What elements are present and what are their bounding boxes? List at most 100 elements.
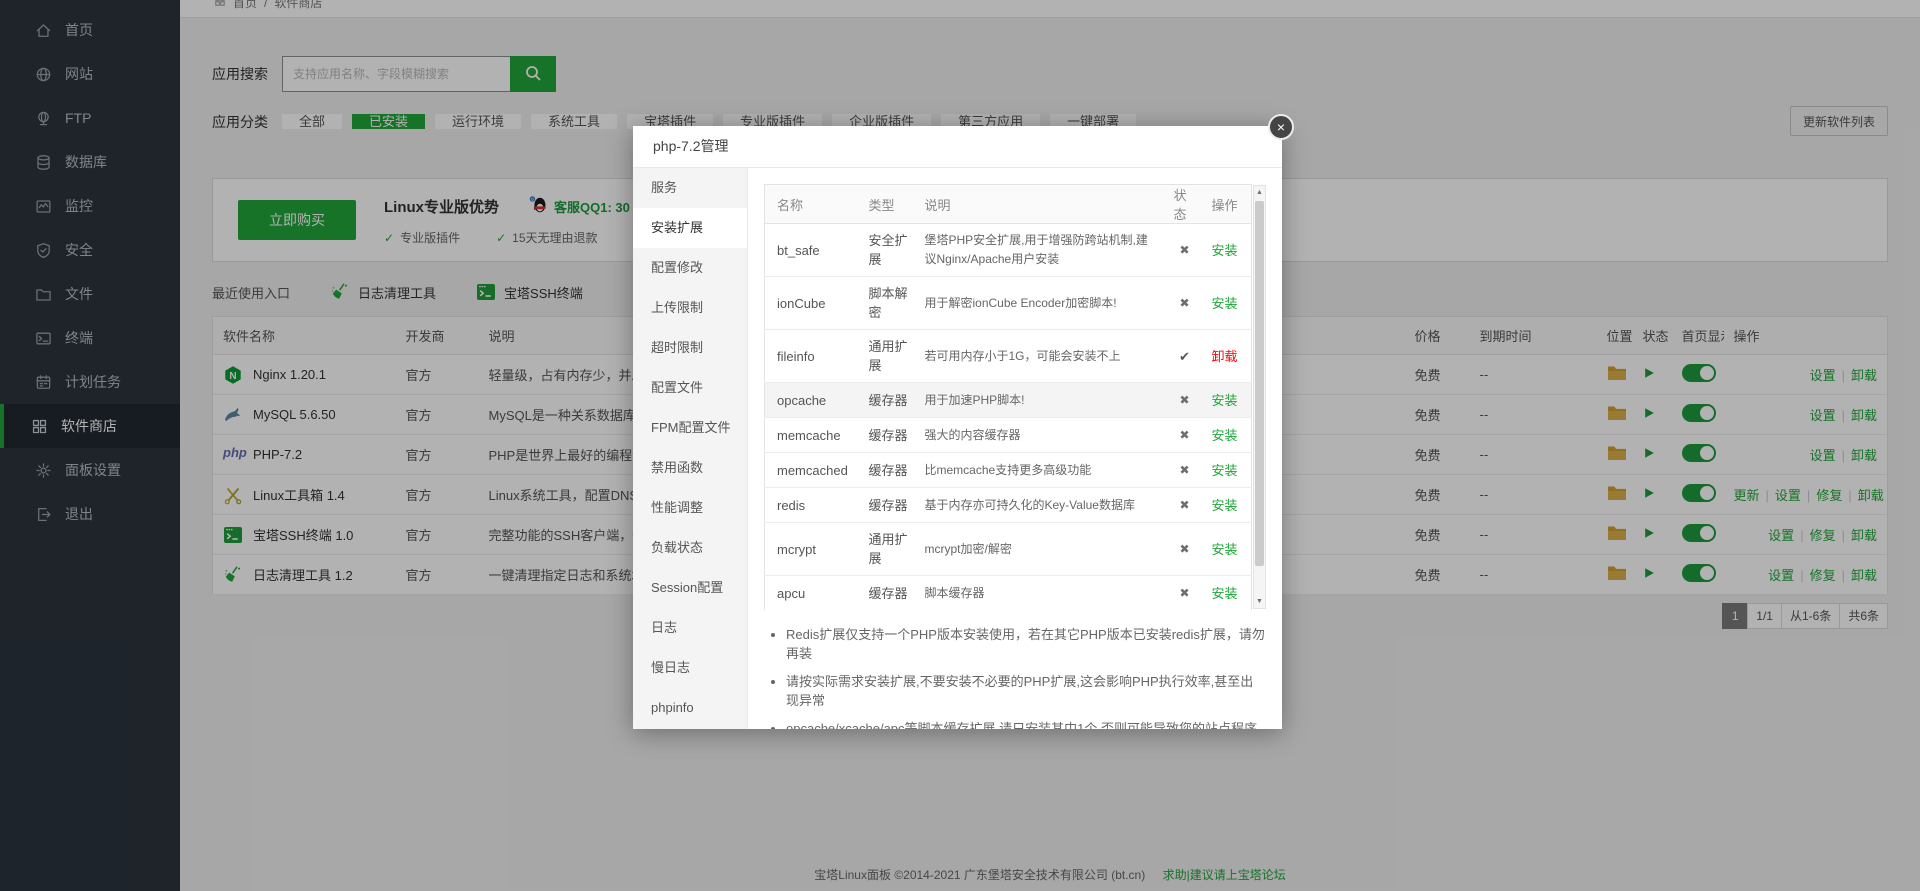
ext-name-cell: ionCube bbox=[765, 277, 861, 330]
ext-action-cell: 安装 bbox=[1204, 523, 1252, 576]
ext-description-cell: 用于加速PHP脚本! bbox=[917, 383, 1166, 418]
install-link-redis[interactable]: 安装 bbox=[1212, 498, 1238, 513]
ext-type-cell: 缓存器 bbox=[861, 383, 917, 418]
modal-tab-log[interactable]: 日志 bbox=[633, 608, 747, 648]
ext-status-cell: ✖ bbox=[1166, 523, 1204, 576]
ext-status-cell: ✖ bbox=[1166, 576, 1204, 611]
scrollbar-up-icon[interactable]: ▲ bbox=[1254, 186, 1265, 199]
ext-action-cell: 安装 bbox=[1204, 453, 1252, 488]
status-not-installed-icon: ✖ bbox=[1179, 586, 1189, 600]
ext-type-cell: 安全扩展 bbox=[861, 224, 917, 277]
php-manage-modal: × php-7.2管理 服务安装扩展配置修改上传限制超时限制配置文件FPM配置文… bbox=[633, 126, 1282, 729]
ext-description-cell: 若可用内存小于1G，可能会安装不上 bbox=[917, 330, 1166, 383]
status-not-installed-icon: ✖ bbox=[1179, 393, 1189, 407]
install-link-ionCube[interactable]: 安装 bbox=[1212, 296, 1238, 311]
modal-tab-session-config[interactable]: Session配置 bbox=[633, 568, 747, 608]
ext-row-mcrypt: mcrypt通用扩展mcrypt加密/解密 ✖ 安装 bbox=[765, 523, 1252, 576]
ext-action-cell: 安装 bbox=[1204, 383, 1252, 418]
column-header: 名称 bbox=[765, 185, 861, 224]
ext-row-apcu: apcu缓存器脚本缓存器 ✖ 安装 bbox=[765, 576, 1252, 611]
ext-type-cell: 脚本解密 bbox=[861, 277, 917, 330]
ext-row-memcached: memcached缓存器比memcache支持更多高级功能✖安装 bbox=[765, 453, 1252, 488]
scrollbar-thumb[interactable] bbox=[1255, 201, 1264, 566]
modal-tab-slow-log[interactable]: 慢日志 bbox=[633, 648, 747, 688]
modal-content: 名称类型说明状态操作 bt_safe安全扩展堡塔PHP安全扩展,用于增强防跨站机… bbox=[748, 168, 1282, 729]
modal-title: php-7.2管理 bbox=[633, 126, 1282, 168]
modal-tab-timeout-limit[interactable]: 超时限制 bbox=[633, 328, 747, 368]
ext-status-cell: ✖ bbox=[1166, 418, 1204, 453]
modal-tab-install-ext[interactable]: 安装扩展 bbox=[633, 208, 747, 248]
modal-tab-fpm-config[interactable]: FPM配置文件 bbox=[633, 408, 747, 448]
app-root: 首页网站FTP数据库监控安全文件终端计划任务软件商店面板设置退出 首页 / 软件… bbox=[0, 0, 1920, 891]
uninstall-link-fileinfo[interactable]: 卸载 bbox=[1212, 349, 1238, 364]
install-link-apcu[interactable]: 安装 bbox=[1212, 586, 1238, 601]
modal-tab-config-file[interactable]: 配置文件 bbox=[633, 368, 747, 408]
ext-description-cell: mcrypt加密/解密 bbox=[917, 523, 1166, 576]
ext-description-cell: 基于内存亦可持久化的Key-Value数据库 bbox=[917, 488, 1166, 523]
ext-status-cell: ✔ bbox=[1166, 330, 1204, 383]
extension-note-0: Redis扩展仅支持一个PHP版本安装使用，若在其它PHP版本已安装redis扩… bbox=[786, 624, 1266, 662]
modal-tab-disabled-functions[interactable]: 禁用函数 bbox=[633, 448, 747, 488]
ext-row-ionCube: ionCube脚本解密用于解密ionCube Encoder加密脚本! ✖ 安装 bbox=[765, 277, 1252, 330]
extension-note-2: opcache/xcache/apc等脚本缓存扩展,请只安装其中1个,否则可能导… bbox=[786, 718, 1266, 729]
extension-table-wrap: 名称类型说明状态操作 bt_safe安全扩展堡塔PHP安全扩展,用于增强防跨站机… bbox=[764, 184, 1266, 610]
ext-description-cell: 堡塔PHP安全扩展,用于增强防跨站机制,建议Nginx/Apache用户安装 bbox=[917, 224, 1166, 277]
install-link-memcached[interactable]: 安装 bbox=[1212, 463, 1238, 478]
ext-description-cell: 脚本缓存器 bbox=[917, 576, 1166, 611]
ext-action-cell: 安装 bbox=[1204, 488, 1252, 523]
status-not-installed-icon: ✖ bbox=[1179, 463, 1189, 477]
ext-row-memcache: memcache缓存器强大的内容缓存器 ✖ 安装 bbox=[765, 418, 1252, 453]
ext-type-cell: 缓存器 bbox=[861, 418, 917, 453]
modal-tab-config-modify[interactable]: 配置修改 bbox=[633, 248, 747, 288]
ext-status-cell: ✖ bbox=[1166, 224, 1204, 277]
ext-name-cell: redis bbox=[765, 488, 861, 523]
ext-action-cell: 安装 bbox=[1204, 224, 1252, 277]
status-not-installed-icon: ✖ bbox=[1179, 542, 1189, 556]
ext-row-redis: redis缓存器基于内存亦可持久化的Key-Value数据库✖ 安装 bbox=[765, 488, 1252, 523]
modal-tab-upload-limit[interactable]: 上传限制 bbox=[633, 288, 747, 328]
ext-type-cell: 缓存器 bbox=[861, 453, 917, 488]
ext-row-opcache: opcache缓存器用于加速PHP脚本! ✖ 安装 bbox=[765, 383, 1252, 418]
ext-description-cell: 强大的内容缓存器 bbox=[917, 418, 1166, 453]
ext-name-cell: fileinfo bbox=[765, 330, 861, 383]
column-header: 说明 bbox=[917, 185, 1166, 224]
ext-description-cell: 用于解密ionCube Encoder加密脚本! bbox=[917, 277, 1166, 330]
modal-tab-performance[interactable]: 性能调整 bbox=[633, 488, 747, 528]
close-icon[interactable]: × bbox=[1268, 114, 1294, 140]
ext-name-cell: mcrypt bbox=[765, 523, 861, 576]
column-header: 操作 bbox=[1204, 185, 1252, 224]
install-link-memcache[interactable]: 安装 bbox=[1212, 428, 1238, 443]
install-link-bt_safe[interactable]: 安装 bbox=[1212, 243, 1238, 258]
ext-name-cell: bt_safe bbox=[765, 224, 861, 277]
extension-header-row: 名称类型说明状态操作 bbox=[765, 185, 1252, 224]
ext-type-cell: 缓存器 bbox=[861, 488, 917, 523]
ext-row-bt_safe: bt_safe安全扩展堡塔PHP安全扩展,用于增强防跨站机制,建议Nginx/A… bbox=[765, 224, 1252, 277]
scrollbar[interactable]: ▲ ▼ bbox=[1253, 185, 1266, 609]
scrollbar-down-icon[interactable]: ▼ bbox=[1254, 595, 1265, 608]
ext-type-cell: 通用扩展 bbox=[861, 523, 917, 576]
modal-tab-service[interactable]: 服务 bbox=[633, 168, 747, 208]
modal-tab-phpinfo[interactable]: phpinfo bbox=[633, 688, 747, 728]
status-installed-icon: ✔ bbox=[1179, 349, 1190, 364]
ext-action-cell: 安装 bbox=[1204, 576, 1252, 611]
ext-name-cell: opcache bbox=[765, 383, 861, 418]
extension-note-1: 请按实际需求安装扩展,不要安装不必要的PHP扩展,这会影响PHP执行效率,甚至出… bbox=[786, 671, 1266, 709]
ext-action-cell: 安装 bbox=[1204, 418, 1252, 453]
install-link-opcache[interactable]: 安装 bbox=[1212, 393, 1238, 408]
modal-tab-list: 服务安装扩展配置修改上传限制超时限制配置文件FPM配置文件禁用函数性能调整负载状… bbox=[633, 168, 748, 729]
modal-tab-load-status[interactable]: 负载状态 bbox=[633, 528, 747, 568]
ext-status-cell: ✖ bbox=[1166, 383, 1204, 418]
ext-type-cell: 缓存器 bbox=[861, 576, 917, 611]
extension-notes: Redis扩展仅支持一个PHP版本安装使用，若在其它PHP版本已安装redis扩… bbox=[768, 624, 1266, 729]
ext-name-cell: memcache bbox=[765, 418, 861, 453]
ext-status-cell: ✖ bbox=[1166, 453, 1204, 488]
ext-name-cell: apcu bbox=[765, 576, 861, 611]
status-not-installed-icon: ✖ bbox=[1179, 428, 1189, 442]
install-link-mcrypt[interactable]: 安装 bbox=[1212, 542, 1238, 557]
column-header: 类型 bbox=[861, 185, 917, 224]
ext-description-cell: 比memcache支持更多高级功能 bbox=[917, 453, 1166, 488]
status-not-installed-icon: ✖ bbox=[1179, 296, 1189, 310]
ext-action-cell: 安装 bbox=[1204, 277, 1252, 330]
modal-body: 服务安装扩展配置修改上传限制超时限制配置文件FPM配置文件禁用函数性能调整负载状… bbox=[633, 168, 1282, 729]
ext-status-cell: ✖ bbox=[1166, 488, 1204, 523]
